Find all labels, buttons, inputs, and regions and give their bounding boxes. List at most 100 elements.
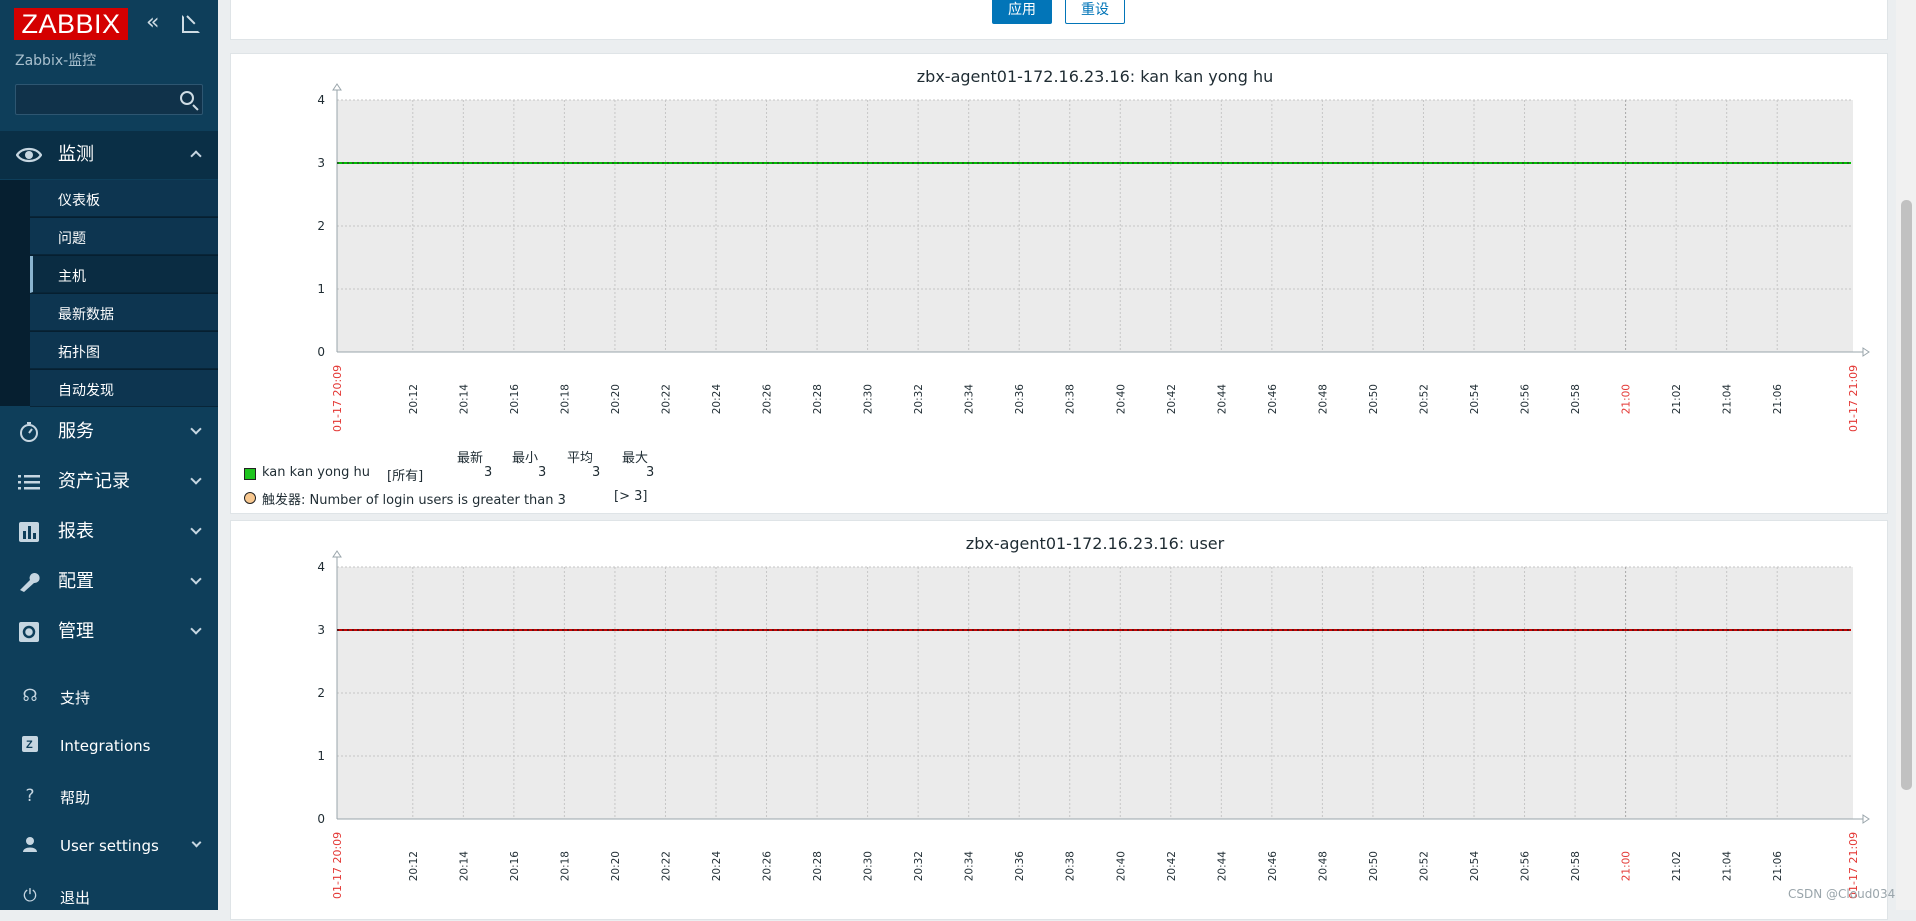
chevron-down-icon [190,573,202,585]
legend-value-avg: 3 [592,465,601,480]
x-tick-label: 20:12 [408,384,420,414]
collapse-sidebar-icon[interactable]: « [146,12,166,34]
x-tick-label: 21:00 [1621,851,1633,881]
x-tick-label: 20:28 [812,851,824,881]
graph-svg: zbx-agent01-172.16.23.16: kan kan yong h… [317,67,1870,432]
menu-label: User settings [60,837,159,855]
x-tick-label: 20:20 [610,384,622,414]
menu-monitoring[interactable]: 监测 [0,131,218,179]
submenu-item-latest-data[interactable]: 最新数据 [30,294,218,331]
bar-chart-icon [16,521,42,543]
sidebar: ZABBIX « Zabbix-监控 监测 仪表板 问题 主机 最新数据 拓扑图… [0,0,218,910]
y-tick-label: 0 [317,812,325,826]
x-tick-label: 20:58 [1570,851,1582,881]
menu-integrations[interactable]: Z Integrations [0,724,218,768]
x-tick-label: 20:38 [1065,384,1077,414]
x-tick-label: 20:32 [913,851,925,881]
x-axis-arrow [1862,347,1870,357]
filter-panel: 应用 重设 [230,0,1888,40]
submenu-item-hosts[interactable]: 主机 [30,256,218,293]
wrench-icon [16,571,42,593]
legend-item-name: kan kan yong hu [262,465,371,480]
menu-label: 帮助 [60,789,91,807]
legend-item-row: kan kan yong hu [所有] 3 3 3 3 [244,465,744,484]
list-icon [16,471,42,493]
x-tick-label: 20:40 [1115,384,1127,414]
y-tick-label: 1 [317,749,325,763]
x-tick-label: 20:16 [509,851,521,882]
x-tick-label: 20:40 [1115,851,1127,881]
y-axis-arrow [332,550,342,558]
reset-button[interactable]: 重设 [1065,0,1125,24]
x-tick-label: 21:02 [1671,851,1683,881]
svg-text:Z: Z [26,739,33,751]
x-tick-label: 20:34 [964,851,976,882]
chevron-up-icon [190,150,202,162]
x-tick-label: 21:06 [1772,384,1784,415]
x-tick-label: 20:32 [913,384,925,414]
search-icon[interactable] [180,91,194,105]
x-tick-label: 20:22 [660,851,672,881]
menu-help[interactable]: ? 帮助 [0,774,218,818]
legend-trigger-row: 触发器: Number of login users is greater th… [244,489,844,508]
submenu-item-maps[interactable]: 拓扑图 [30,332,218,369]
x-tick-label: 20:44 [1216,851,1228,882]
user-icon [18,836,42,856]
chevron-down-icon [190,423,202,435]
y-tick-label: 4 [317,93,325,107]
logo-row: ZABBIX « [14,8,204,40]
x-tick-label: 20:26 [762,384,774,415]
y-tick-label: 2 [317,686,325,700]
x-tick-label: 20:46 [1267,851,1279,882]
y-tick-label: 3 [317,156,325,170]
menu-administration[interactable]: 管理 [0,608,218,656]
menu-inventory[interactable]: 资产记录 [0,458,218,506]
x-tick-label: 20:42 [1166,851,1178,881]
legend-value-max: 3 [646,465,655,480]
legend-value-min: 3 [538,465,547,480]
menu-support[interactable]: ☊ 支持 [0,674,218,718]
kiosk-mode-icon[interactable] [182,15,200,33]
menu-configuration[interactable]: 配置 [0,558,218,606]
menu-user-settings[interactable]: User settings [0,824,218,868]
x-tick-label: 20:38 [1065,851,1077,881]
trigger-color-swatch [244,492,256,504]
scrollbar-thumb[interactable] [1901,200,1912,790]
x-tick-label: 20:52 [1418,384,1430,414]
x-tick-label: 20:36 [1014,384,1026,415]
y-tick-label: 2 [317,219,325,233]
search-input[interactable] [15,84,203,115]
submenu-item-dashboard[interactable]: 仪表板 [30,180,218,217]
legend-value-last: 3 [484,465,493,480]
menu-reports[interactable]: 报表 [0,508,218,556]
chevron-down-icon [190,623,202,635]
menu-label: 支持 [60,689,91,707]
submenu-label: 自动发现 [58,383,114,399]
y-tick-label: 1 [317,282,325,296]
menu-sign-out[interactable]: ⏻ 退出 [0,874,218,918]
page-scrollbar[interactable] [1896,0,1916,910]
zabbix-logo[interactable]: ZABBIX [14,8,128,40]
x-tick-label: 20:50 [1368,851,1380,881]
x-tick-label: 21:06 [1772,851,1784,882]
x-tick-label: 20:52 [1418,851,1430,881]
x-tick-label: 20:54 [1469,384,1481,415]
x-tick-label: 20:12 [408,851,420,881]
menu-label: 资产记录 [58,471,130,492]
x-tick-label: 20:54 [1469,851,1481,882]
x-tick-label: 20:22 [660,384,672,414]
graph-panel: zbx-agent01-172.16.23.16: user 4 3 2 1 0 20:12… [230,520,1888,920]
submenu-item-discovery[interactable]: 自动发现 [30,370,218,407]
submenu-label: 拓扑图 [58,345,100,361]
legend-header-avg: 平均 [567,451,594,466]
legend-color-swatch [244,468,256,480]
x-tick-label: 20:58 [1570,384,1582,414]
x-tick-label: 21:00 [1621,384,1633,414]
submenu-item-problems[interactable]: 问题 [30,218,218,255]
menu-services[interactable]: 服务 [0,408,218,456]
apply-button[interactable]: 应用 [992,0,1052,24]
y-tick-label: 4 [317,560,325,574]
eye-icon [15,144,43,166]
chart-title: zbx-agent01-172.16.23.16: user [966,534,1225,553]
x-tick-label: 20:16 [509,384,521,415]
